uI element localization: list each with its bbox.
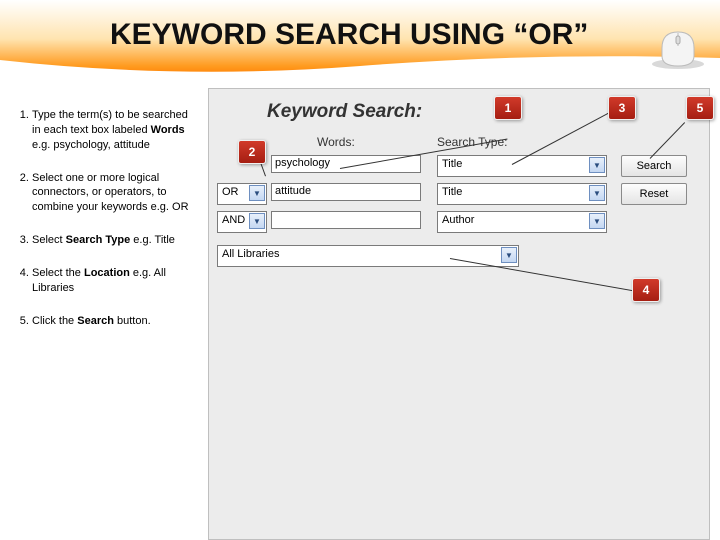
list-item: Select the Location e.g. All Libraries	[32, 266, 192, 296]
chevron-down-icon: ▼	[589, 213, 605, 229]
slide-body: Type the term(s) to be searched in each …	[0, 78, 720, 540]
list-item: Type the term(s) to be searched in each …	[32, 108, 192, 153]
chevron-down-icon: ▼	[501, 247, 517, 263]
reset-button[interactable]: Reset	[621, 183, 687, 205]
words-input-2[interactable]: attitude	[271, 183, 421, 201]
list-item: Click the Search button.	[32, 314, 192, 329]
mouse-icon	[648, 28, 708, 70]
search-type-label: Search Type:	[437, 135, 508, 149]
type-select-2[interactable]: Title▼	[437, 183, 607, 205]
operator-select-2[interactable]: AND▼	[217, 211, 267, 233]
search-form-screenshot: Keyword Search: Words: Search Type: psyc…	[208, 88, 710, 540]
form-heading: Keyword Search:	[267, 101, 422, 123]
words-label: Words:	[317, 135, 355, 149]
words-input-3[interactable]	[271, 211, 421, 229]
list-item: Select Search Type e.g. Title	[32, 233, 192, 248]
slide-title: KEYWORD SEARCH USING “OR”	[110, 18, 588, 52]
callout-2: 2	[238, 140, 266, 164]
slide-header: KEYWORD SEARCH USING “OR”	[0, 0, 720, 78]
operator-select-1[interactable]: OR▼	[217, 183, 267, 205]
callout-5: 5	[686, 96, 714, 120]
list-item: Select one or more logical connectors, o…	[32, 171, 192, 216]
location-select[interactable]: All Libraries▼	[217, 245, 519, 267]
chevron-down-icon: ▼	[249, 213, 265, 229]
type-select-3[interactable]: Author▼	[437, 211, 607, 233]
callout-4: 4	[632, 278, 660, 302]
instruction-list: Type the term(s) to be searched in each …	[12, 108, 192, 346]
search-button[interactable]: Search	[621, 155, 687, 177]
chevron-down-icon: ▼	[589, 185, 605, 201]
callout-3: 3	[608, 96, 636, 120]
chevron-down-icon: ▼	[249, 185, 265, 201]
callout-1: 1	[494, 96, 522, 120]
chevron-down-icon: ▼	[589, 157, 605, 173]
